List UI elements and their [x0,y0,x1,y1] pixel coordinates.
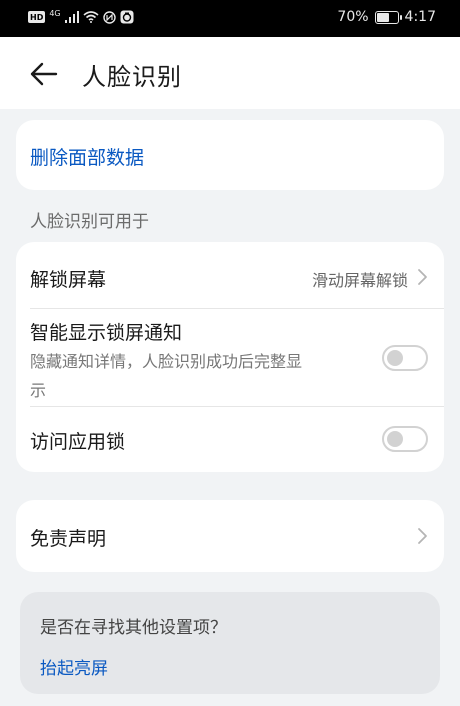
disclaimer-card[interactable]: 免责声明 [16,500,444,572]
smart-notification-description: 隐藏通知详情，人脸识别成功后完整显 示 [30,347,370,405]
unlock-screen-row[interactable]: 解锁屏幕 滑动屏幕解锁 [16,242,444,308]
app-lock-toggle[interactable] [382,426,428,452]
delete-face-data-link[interactable]: 删除面部数据 [30,143,144,170]
description-line-1: 隐藏通知详情，人脸识别成功后完整显 [30,352,303,371]
chevron-right-icon [418,528,427,544]
chevron-right-icon [418,269,427,285]
face-recognition-options-card: 解锁屏幕 滑动屏幕解锁 智能显示锁屏通知 隐藏通知详情，人脸识别成功后完整显 示… [16,242,444,472]
signal-icon [64,11,79,23]
battery-icon [374,10,402,24]
app-notification-icon [120,10,134,24]
wifi-icon [83,11,99,23]
status-icons-left: HD 4G [28,8,134,24]
back-arrow-icon [30,62,58,86]
back-button[interactable] [28,59,62,89]
description-line-2: 示 [30,381,47,400]
battery-percent: 70% [337,9,369,25]
nfc-icon [102,10,116,24]
app-bar: 人脸识别 [0,37,460,109]
battery-level [376,12,390,22]
status-icons-right: 70% 4:17 [337,9,436,25]
status-bar: HD 4G 70% 4:17 [0,0,460,37]
page-title: 人脸识别 [82,63,182,91]
clock: 4:17 [404,9,436,25]
toggle-knob [387,350,403,366]
app-lock-label: 访问应用锁 [30,431,126,453]
toggle-knob [387,431,403,447]
smart-notification-row[interactable]: 智能显示锁屏通知 隐藏通知详情，人脸识别成功后完整显 示 [16,309,444,406]
hd-badge: HD [28,11,46,23]
smart-notification-label: 智能显示锁屏通知 [30,322,183,344]
suggestion-card: 是否在寻找其他设置项？ 抬起亮屏 [20,592,440,694]
suggestion-question: 是否在寻找其他设置项？ [40,618,227,638]
smart-notification-toggle[interactable] [382,345,428,371]
unlock-screen-value: 滑动屏幕解锁 [311,271,408,290]
section-heading: 人脸识别可用于 [30,212,149,232]
disclaimer-label: 免责声明 [30,528,107,550]
raise-to-wake-link[interactable]: 抬起亮屏 [40,654,108,679]
unlock-screen-label: 解锁屏幕 [30,269,107,291]
network-type-label: 4G [49,8,61,18]
delete-face-data-card[interactable]: 删除面部数据 [16,120,444,190]
app-lock-row[interactable]: 访问应用锁 [16,407,444,472]
